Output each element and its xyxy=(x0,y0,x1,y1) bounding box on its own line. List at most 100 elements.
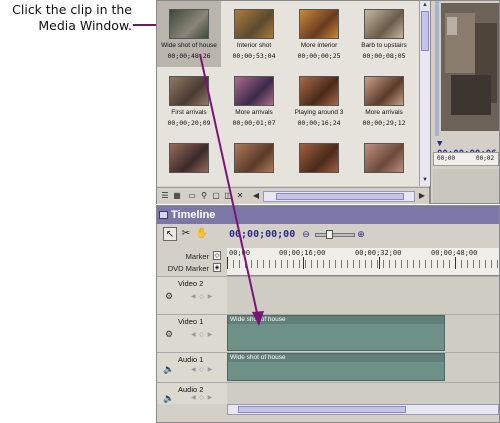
media-horizontal-scrollbar[interactable] xyxy=(263,191,415,202)
clip-name: More arrivals xyxy=(365,109,403,116)
clip-name: Interior shot xyxy=(236,42,272,49)
clip-thumbnail-image xyxy=(234,9,274,39)
timeline-clip-audio[interactable]: Wide shot of house xyxy=(227,353,445,381)
timeline-title-bar: Timeline xyxy=(157,206,499,224)
clip-label: Wide shot of house xyxy=(230,316,286,323)
monitor-preview-image xyxy=(441,3,499,131)
media-clip-thumbnail[interactable] xyxy=(222,135,286,186)
media-clip-thumbnail[interactable]: More arrivals 00;00;29;12 xyxy=(352,68,416,134)
scroll-right-icon[interactable]: ▶ xyxy=(417,191,427,201)
scroll-thumb[interactable] xyxy=(421,11,429,51)
zoom-slider[interactable] xyxy=(315,230,355,239)
monitor-ruler-label: 00;00 xyxy=(437,155,456,162)
track-audio1[interactable]: Wide shot of house xyxy=(227,352,499,382)
track-header-video2[interactable]: Video 2 ⚙ ◀ ◇ ▶ xyxy=(157,276,227,314)
ruler-label: 00;00;48;00 xyxy=(431,249,478,257)
new-item-icon[interactable]: ◫ xyxy=(223,191,233,201)
clip-duration: 00;00;08;05 xyxy=(362,52,406,60)
icon-view-icon[interactable]: ▦ xyxy=(172,191,182,201)
ruler-major-tick xyxy=(455,257,456,269)
media-clip-thumbnail[interactable] xyxy=(352,135,416,186)
bin-icon[interactable]: ▢ xyxy=(211,191,221,201)
clip-thumbnail-image xyxy=(299,9,339,39)
media-clip-thumbnail[interactable]: Playing around 3 00;00;16;24 xyxy=(287,68,351,134)
marker-icon[interactable]: ◇ xyxy=(213,251,221,260)
zoom-out-icon[interactable]: ⊖ xyxy=(300,228,312,240)
clip-thumbnail-image xyxy=(364,143,404,173)
timeline-title: Timeline xyxy=(171,209,216,221)
dvd-marker-label: DVD Marker xyxy=(167,264,209,273)
media-clip-grid: Wide shot of house 00;00;48;26 Interior sh… xyxy=(157,1,419,186)
selection-tool-icon[interactable]: ↖ xyxy=(163,227,177,241)
media-window: Wide shot of house 00;00;48;26 Interior sh… xyxy=(156,0,430,204)
keyframe-nav[interactable]: ◀ ◇ ▶ xyxy=(191,293,213,300)
clip-thumbnail-image xyxy=(234,76,274,106)
film-reel-icon[interactable]: ⚙ xyxy=(163,291,175,302)
speaker-icon[interactable]: 🔈 xyxy=(163,364,175,375)
media-clip-thumbnail[interactable]: Interior shot 00;00;53;04 xyxy=(222,1,286,67)
scroll-thumb[interactable] xyxy=(238,406,406,413)
track-name: Audio 1 xyxy=(178,355,204,364)
keyframe-nav[interactable]: ◀ ◇ ▶ xyxy=(191,366,213,373)
clip-thumbnail-image xyxy=(299,143,339,173)
clear-icon[interactable]: ✕ xyxy=(235,191,245,201)
track-header-audio1[interactable]: Audio 1 🔈 ◀ ◇ ▶ xyxy=(157,352,227,382)
scroll-left-icon[interactable]: ◀ xyxy=(251,191,261,201)
scroll-thumb[interactable] xyxy=(276,193,404,200)
hand-tool-icon[interactable]: ✋ xyxy=(195,227,209,241)
ruler-major-tick xyxy=(379,257,380,269)
clip-duration: 00;00;48;26 xyxy=(167,52,211,60)
track-name: Video 2 xyxy=(178,279,204,288)
timeline-clip-video[interactable]: Wide shot of house xyxy=(227,315,445,351)
ruler-major-tick xyxy=(227,257,228,269)
panel-divider xyxy=(435,1,439,136)
ruler-label: 00;00 xyxy=(229,249,251,257)
media-vertical-scrollbar[interactable]: ▲ ▼ xyxy=(419,1,430,186)
folder-icon[interactable]: ▭ xyxy=(187,191,197,201)
media-clip-thumbnail[interactable] xyxy=(287,135,351,186)
ruler-label: 00;00;32;00 xyxy=(355,249,402,257)
list-view-icon[interactable]: ☰ xyxy=(160,191,170,201)
keyframe-nav[interactable]: ◀ ◇ ▶ xyxy=(191,331,213,338)
media-clip-thumbnail[interactable]: Barb to upstairs 00;00;08;05 xyxy=(352,1,416,67)
monitor-ruler-label: 00;02 xyxy=(476,155,495,162)
clip-name: More arrivals xyxy=(235,109,273,116)
razor-tool-icon[interactable]: ✂ xyxy=(179,227,193,241)
timeline-horizontal-scrollbar[interactable] xyxy=(227,404,499,415)
timeline-timecode[interactable]: 00;00;00;00 xyxy=(229,229,295,240)
clip-thumbnail-image xyxy=(364,76,404,106)
zoom-slider-knob[interactable] xyxy=(326,230,333,239)
track-header-audio2[interactable]: Audio 2 🔈 ◀ ◇ ▶ xyxy=(157,382,227,404)
track-header-video1[interactable]: Video 1 ⚙ ◀ ◇ ▶ xyxy=(157,314,227,352)
media-clip-thumbnail[interactable]: More arrivals 00;00;01;07 xyxy=(222,68,286,134)
clip-thumbnail-image xyxy=(364,9,404,39)
monitor-panel: ▼ 00;00;00;06 00;00 00;02 xyxy=(430,0,500,204)
film-reel-icon[interactable]: ⚙ xyxy=(163,329,175,340)
clip-label: Wide shot of house xyxy=(230,354,286,361)
track-video2[interactable] xyxy=(227,276,499,314)
timeline-window-icon xyxy=(159,211,168,219)
track-video1[interactable]: Wide shot of house xyxy=(227,314,499,352)
ruler-label: 00;00;16;00 xyxy=(279,249,326,257)
keyframe-nav[interactable]: ◀ ◇ ▶ xyxy=(191,394,213,401)
media-clip-thumbnail[interactable] xyxy=(157,135,221,186)
clip-thumbnail-image xyxy=(169,9,209,39)
monitor-ruler[interactable]: 00;00 00;02 xyxy=(433,152,499,166)
clip-thumbnail-image xyxy=(169,76,209,106)
clip-duration: 00;00;16;24 xyxy=(297,119,341,127)
timeline-ruler[interactable]: 00;00 00;00;16;00 00;00;32;00 00;00;48;0… xyxy=(227,248,499,276)
media-clip-thumbnail[interactable]: Wide shot of house 00;00;48;26 xyxy=(157,1,221,67)
clip-name: Barb to upstairs xyxy=(361,42,407,49)
scroll-down-icon[interactable]: ▼ xyxy=(421,176,429,185)
clip-name: First arrivals xyxy=(171,109,207,116)
speaker-icon[interactable]: 🔈 xyxy=(163,393,175,404)
callout-leader-line xyxy=(133,24,157,26)
media-clip-thumbnail[interactable]: More interior 00;00;00;25 xyxy=(287,1,351,67)
media-clip-thumbnail[interactable]: First arrivals 00;00;20;09 xyxy=(157,68,221,134)
scroll-up-icon[interactable]: ▲ xyxy=(421,1,429,10)
zoom-in-icon[interactable]: ⊕ xyxy=(355,228,367,240)
ruler-ticks xyxy=(227,260,499,268)
track-audio2[interactable] xyxy=(227,382,499,404)
find-icon[interactable]: ⚲ xyxy=(199,191,209,201)
dvd-marker-icon[interactable]: ◈ xyxy=(213,263,221,272)
